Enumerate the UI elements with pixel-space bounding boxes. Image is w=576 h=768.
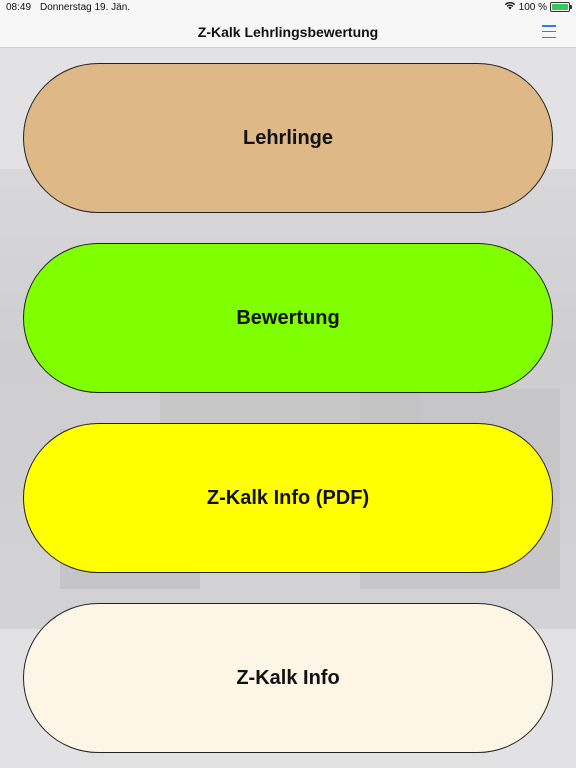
navigation-bar: Z-Kalk Lehrlingsbewertung bbox=[0, 16, 576, 48]
hamburger-menu-icon[interactable] bbox=[542, 25, 556, 38]
bewertung-button[interactable]: Bewertung bbox=[23, 243, 553, 393]
lehrlinge-button-label: Lehrlinge bbox=[242, 126, 333, 149]
lehrlinge-button[interactable]: Lehrlinge bbox=[23, 63, 553, 213]
bewertung-button-label: Bewertung bbox=[236, 306, 340, 329]
battery-icon bbox=[550, 2, 572, 12]
zkalk-info-button-label: Z-Kalk Info bbox=[236, 666, 340, 689]
status-date: Donnerstag 19. Jän. bbox=[40, 2, 131, 13]
page-title: Z-Kalk Lehrlingsbewertung bbox=[197, 24, 379, 40]
zkalk-info-pdf-button-label: Z-Kalk Info (PDF) bbox=[206, 486, 370, 509]
status-bar: 08:49 Donnerstag 19. Jän. 100 % bbox=[0, 0, 576, 16]
status-time: 08:49 bbox=[6, 2, 32, 13]
zkalk-info-button[interactable]: Z-Kalk Info bbox=[23, 603, 553, 753]
wifi-icon bbox=[504, 1, 516, 13]
zkalk-info-pdf-button[interactable]: Z-Kalk Info (PDF) bbox=[23, 423, 553, 573]
battery-fill bbox=[552, 4, 568, 10]
battery-percentage: 100 % bbox=[518, 1, 547, 13]
status-indicators: 100 % bbox=[504, 1, 572, 13]
